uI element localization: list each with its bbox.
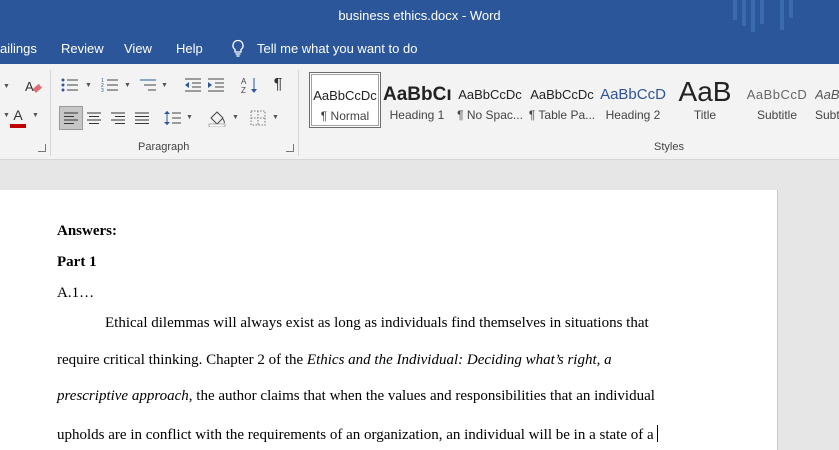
paragraph-line: prescriptive approach, the author claims…: [57, 388, 655, 404]
title-bar-decoration: [789, 0, 793, 18]
chevron-down-icon[interactable]: ▼: [85, 82, 92, 89]
style-title[interactable]: AaB Title: [671, 72, 739, 126]
line-spacing-icon[interactable]: [163, 107, 183, 129]
title-bar-decoration: [742, 0, 746, 26]
font-color-swatch: [10, 124, 26, 128]
numbering-icon[interactable]: 123: [100, 75, 120, 95]
style-subtle-emphasis[interactable]: AaBl Subt: [815, 72, 839, 126]
tab-help[interactable]: Help: [176, 41, 203, 56]
group-divider: [50, 70, 51, 156]
book-title-continued: prescriptive approach,: [57, 388, 193, 404]
chevron-down-icon[interactable]: ▼: [186, 114, 193, 121]
style-normal[interactable]: AaBbCcDc ¶ Normal: [309, 72, 381, 128]
style-table-paragraph[interactable]: AaBbCcDc ¶ Table Pa...: [527, 72, 597, 126]
title-bar-decoration: [751, 0, 755, 32]
justify-icon[interactable]: [132, 107, 152, 129]
paragraph-line: Ethical dilemmas will always exist as lo…: [105, 315, 649, 331]
tell-me-search[interactable]: Tell me what you want to do: [257, 41, 417, 56]
sort-icon[interactable]: AZ: [240, 75, 260, 95]
text-cursor: [656, 425, 658, 442]
chevron-down-icon[interactable]: ▼: [161, 82, 168, 89]
svg-text:A: A: [25, 79, 34, 94]
increase-indent-icon[interactable]: [206, 75, 226, 95]
svg-text:A: A: [241, 77, 247, 86]
book-title: Ethics and the Individual: Deciding what…: [306, 352, 612, 368]
svg-text:Z: Z: [241, 86, 246, 94]
show-formatting-marks-icon[interactable]: ¶: [268, 75, 288, 95]
paragraph-line: upholds are in conflict with the require…: [57, 425, 658, 444]
paragraph-group-label: Paragraph: [138, 141, 190, 153]
style-no-spacing[interactable]: AaBbCcDc ¶ No Spac...: [455, 72, 525, 126]
chevron-down-icon[interactable]: ▼: [32, 112, 39, 119]
title-bar: business ethics.docx - Word: [0, 0, 839, 34]
tab-review[interactable]: Review: [61, 41, 104, 56]
lightbulb-icon[interactable]: [230, 39, 246, 61]
title-bar-decoration: [760, 0, 764, 24]
paragraph-dialog-launcher-icon[interactable]: [286, 144, 294, 152]
window-title: business ethics.docx - Word: [338, 8, 501, 23]
align-center-icon[interactable]: [84, 107, 104, 129]
part-heading: Part 1: [57, 254, 97, 270]
title-bar-decoration: [780, 0, 784, 30]
shading-icon[interactable]: [207, 107, 227, 129]
decrease-indent-icon[interactable]: [183, 75, 203, 95]
answers-heading: Answers:: [57, 223, 117, 239]
align-left-button[interactable]: [59, 106, 83, 130]
bullets-icon[interactable]: [60, 75, 80, 95]
font-color-button[interactable]: A: [8, 106, 28, 130]
tab-mailings[interactable]: ailings: [0, 41, 37, 56]
group-divider: [298, 70, 299, 156]
svg-text:3: 3: [101, 88, 104, 93]
paragraph-line: require critical thinking. Chapter 2 of …: [57, 352, 612, 368]
title-bar-decoration: [733, 0, 737, 20]
borders-icon[interactable]: [248, 107, 268, 129]
chevron-down-icon[interactable]: ▼: [3, 83, 10, 90]
style-heading-2[interactable]: AaBbCcD Heading 2: [599, 72, 667, 126]
style-heading-1[interactable]: AaBbCı Heading 1: [383, 72, 451, 126]
clear-formatting-button[interactable]: A: [22, 75, 44, 97]
ribbon: ▼ A ▼ A ▼ ▼ 123 ▼ ▼ AZ ¶ ▼ ▼ ▼ Paragraph…: [0, 64, 839, 160]
ribbon-tabs: ailings Review View Help Tell me what yo…: [0, 34, 839, 64]
tab-view[interactable]: View: [124, 41, 152, 56]
font-dialog-launcher-icon[interactable]: [38, 144, 46, 152]
chevron-down-icon[interactable]: ▼: [124, 82, 131, 89]
styles-group-label: Styles: [654, 141, 684, 153]
chevron-down-icon[interactable]: ▼: [272, 114, 279, 121]
align-right-icon[interactable]: [108, 107, 128, 129]
multilevel-list-icon[interactable]: [138, 75, 158, 95]
section-label: A.1…: [57, 285, 95, 301]
style-subtitle[interactable]: AaBbCcD Subtitle: [743, 72, 811, 126]
chevron-down-icon[interactable]: ▼: [232, 114, 239, 121]
